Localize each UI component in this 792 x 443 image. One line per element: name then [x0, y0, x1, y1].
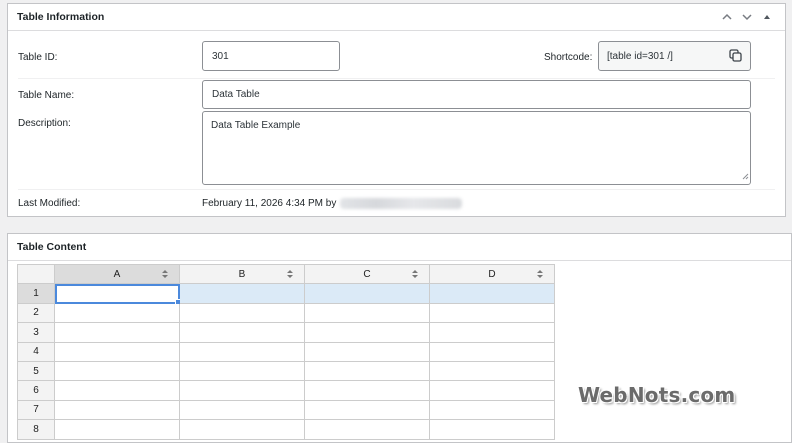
cell-c1[interactable] [305, 284, 430, 304]
move-down-button[interactable] [739, 9, 755, 25]
data-cell[interactable] [55, 381, 180, 401]
toggle-panel-button[interactable] [759, 9, 775, 25]
table-name-label: Table Name: [18, 90, 75, 101]
data-cell[interactable] [180, 303, 305, 324]
table-row: 3 [18, 323, 555, 343]
data-cell[interactable] [305, 323, 430, 343]
copy-icon [729, 49, 742, 62]
sort-arrows-icon[interactable] [161, 269, 169, 279]
table-row: 6 [18, 381, 555, 401]
resize-grip-icon[interactable] [742, 172, 749, 183]
table-name-row: Table Name: Data Table [18, 80, 775, 110]
watermark-logo: WebNots.com [578, 383, 736, 407]
cell-b1[interactable] [180, 284, 305, 304]
data-cell[interactable] [180, 400, 305, 421]
last-modified-row: Last Modified: February 11, 2026 4:34 PM… [18, 191, 775, 215]
data-cell[interactable] [305, 342, 430, 362]
last-modified-value: February 11, 2026 4:34 PM by [202, 198, 463, 210]
cell-a1[interactable] [55, 284, 182, 307]
data-cell[interactable] [180, 342, 305, 362]
panel-actions [719, 9, 775, 25]
data-cell[interactable] [180, 361, 305, 382]
description-row: Description: Data Table Example [18, 111, 775, 190]
sort-arrows-icon[interactable] [536, 269, 544, 279]
row-header[interactable]: 6 [18, 381, 55, 401]
column-header-b[interactable]: B [180, 265, 305, 285]
table-id-field[interactable]: 301 [202, 41, 340, 71]
description-label: Description: [18, 118, 71, 129]
table-content-panel: Table Content A B C D 1 2 3 4 5 6 7 8 [7, 233, 792, 443]
row-header[interactable]: 3 [18, 323, 55, 343]
chevron-down-icon [742, 14, 752, 21]
row-header[interactable]: 1 [18, 284, 55, 304]
column-header-c[interactable]: C [305, 265, 430, 285]
table-information-header: Table Information [8, 4, 785, 31]
data-cell[interactable] [305, 400, 430, 421]
column-header-row: A B C D [18, 265, 555, 285]
description-text: Data Table Example [211, 120, 301, 131]
column-label: C [363, 268, 371, 280]
cell-d1[interactable] [430, 284, 555, 304]
data-cell[interactable] [430, 303, 555, 324]
table-id-label: Table ID: [18, 52, 58, 63]
shortcode-field[interactable]: [table id=301 /] [598, 41, 751, 71]
table-row: 1 [18, 284, 555, 307]
table-information-title: Table Information [17, 11, 105, 23]
column-header-a[interactable]: A [55, 265, 180, 285]
column-header-d[interactable]: D [430, 265, 555, 285]
data-cell[interactable] [55, 323, 180, 343]
data-cell[interactable] [305, 361, 430, 382]
data-cell[interactable] [180, 323, 305, 343]
sort-arrows-icon[interactable] [286, 269, 294, 279]
move-up-button[interactable] [719, 9, 735, 25]
table-information-panel: Table Information Table ID: 301 Shortcod… [7, 3, 786, 217]
table-content-header: Table Content [8, 234, 791, 261]
row-header[interactable]: 4 [18, 342, 55, 362]
corner-cell[interactable] [18, 265, 55, 285]
row-header[interactable]: 2 [18, 303, 55, 324]
data-cell[interactable] [180, 381, 305, 401]
redacted-author [340, 198, 463, 209]
table-row: 2 [18, 303, 555, 324]
data-cell[interactable] [55, 361, 180, 382]
copy-shortcode-button[interactable] [729, 49, 742, 65]
spreadsheet-grid: A B C D 1 2 3 4 5 6 7 8 [17, 264, 555, 440]
data-cell[interactable] [430, 342, 555, 362]
column-label: B [238, 268, 246, 280]
row-header[interactable]: 5 [18, 361, 55, 382]
shortcode-value: [table id=301 /] [607, 50, 673, 62]
table-row: 5 [18, 361, 555, 382]
description-textarea[interactable]: Data Table Example [202, 111, 751, 185]
column-label: D [488, 268, 496, 280]
data-cell[interactable] [55, 342, 180, 362]
table-row: 4 [18, 342, 555, 362]
row-header[interactable]: 7 [18, 400, 55, 421]
data-cell[interactable] [305, 303, 430, 324]
data-cell[interactable] [55, 400, 180, 421]
shortcode-label: Shortcode: [544, 52, 593, 63]
data-cell[interactable] [430, 381, 555, 401]
last-modified-label: Last Modified: [18, 198, 81, 209]
data-cell[interactable] [430, 400, 555, 421]
data-cell[interactable] [305, 381, 430, 401]
last-modified-date: February 11, 2026 4:34 PM by [202, 198, 337, 210]
data-cell[interactable] [55, 303, 180, 324]
column-label: A [113, 268, 121, 280]
data-cell[interactable] [430, 361, 555, 382]
table-id-row: Table ID: 301 Shortcode: [table id=301 /… [18, 32, 775, 79]
sort-arrows-icon[interactable] [411, 269, 419, 279]
triangle-up-icon [764, 15, 770, 19]
data-cell[interactable] [430, 323, 555, 343]
table-name-field[interactable]: Data Table [202, 80, 751, 109]
table-row: 7 [18, 400, 555, 421]
chevron-up-icon [722, 13, 732, 20]
table-content-title: Table Content [17, 241, 87, 253]
